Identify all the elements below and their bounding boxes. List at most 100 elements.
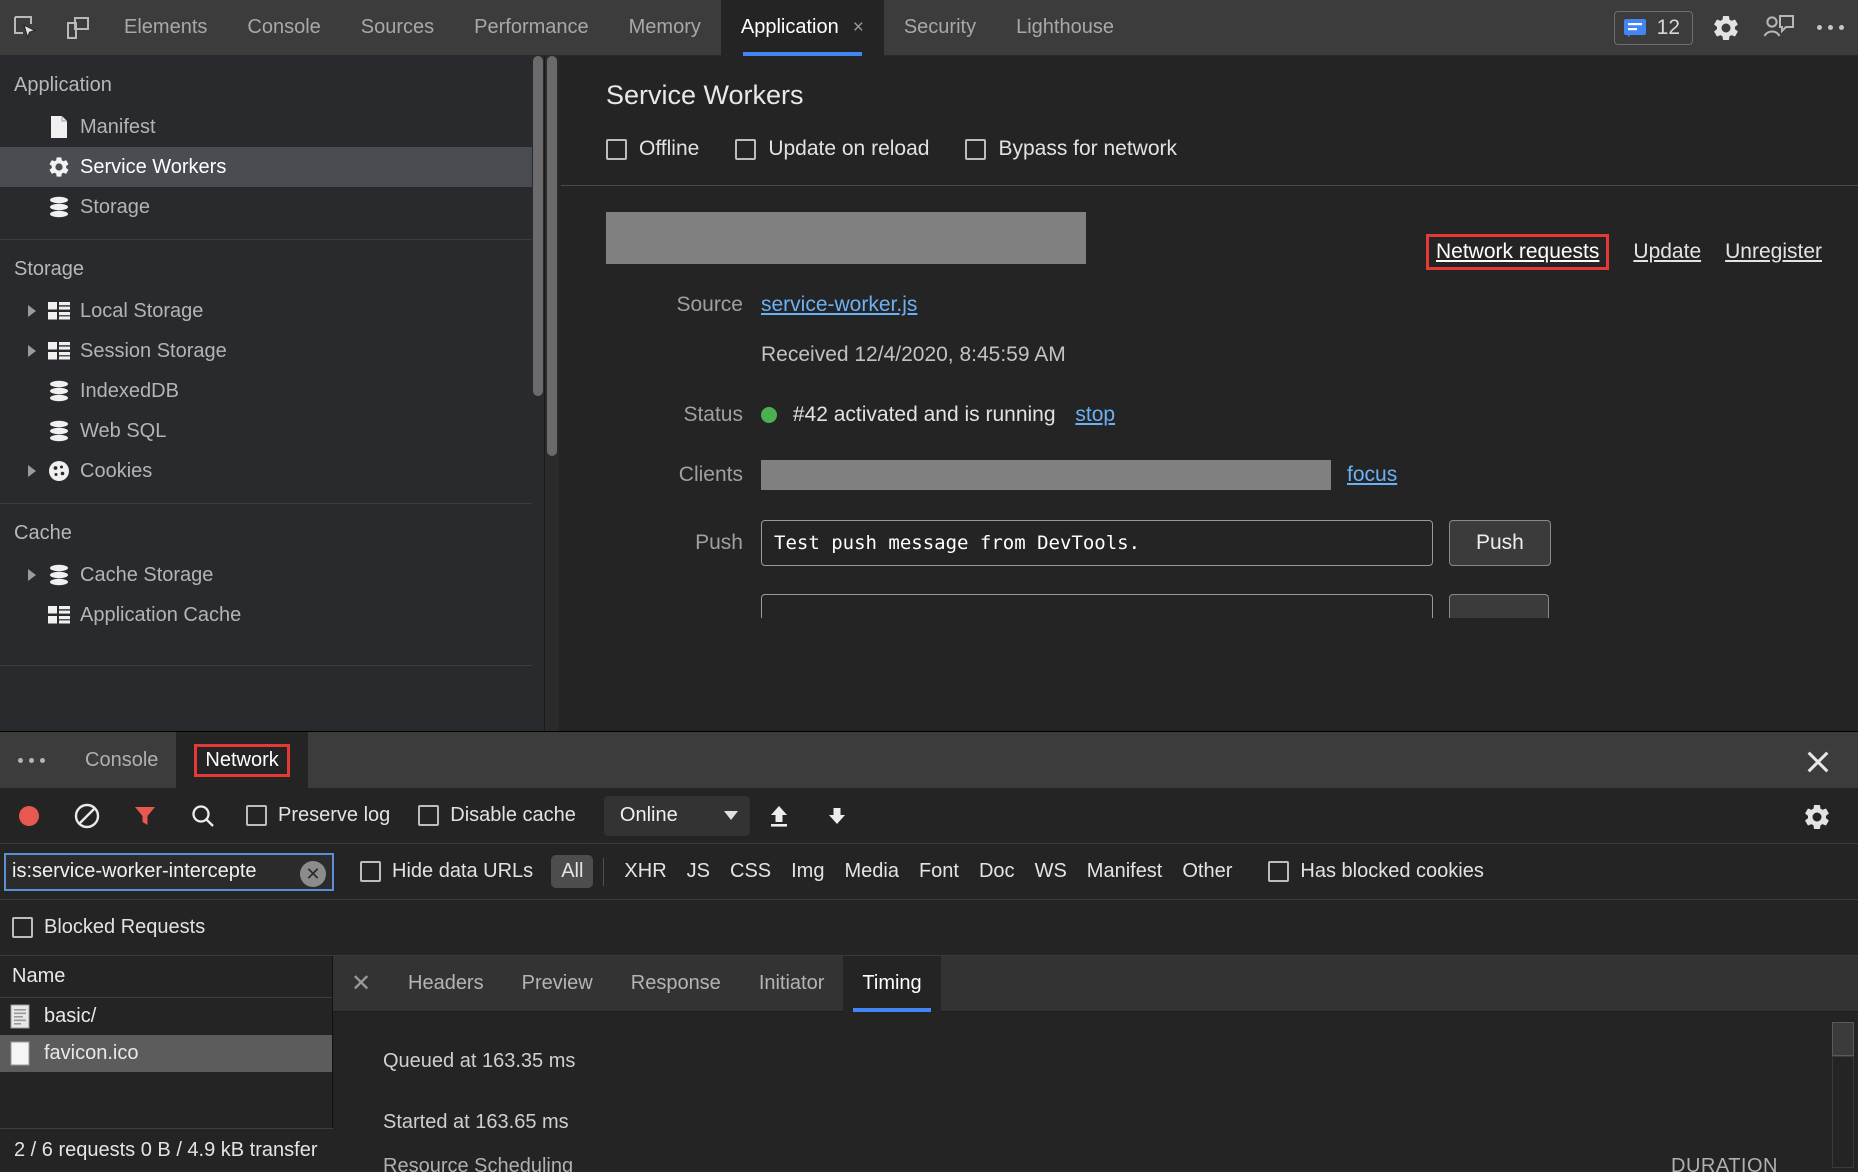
disable-cache-checkbox-row[interactable]: Disable cache bbox=[418, 804, 576, 827]
blocked-requests-checkbox[interactable] bbox=[12, 917, 33, 938]
detail-tab-timing[interactable]: Timing bbox=[843, 956, 940, 1012]
tab-memory[interactable]: Memory bbox=[609, 0, 721, 56]
type-filter-img[interactable]: Img bbox=[781, 855, 834, 888]
source-file-link[interactable]: service-worker.js bbox=[761, 293, 917, 316]
filter-input[interactable]: is:service-worker-intercepte bbox=[6, 860, 306, 883]
sidebar-scrollbar[interactable] bbox=[532, 56, 544, 731]
has-blocked-cookies-checkbox-row[interactable]: Has blocked cookies bbox=[1268, 860, 1483, 883]
bypass-for-network-checkbox-row[interactable]: Bypass for network bbox=[965, 137, 1177, 161]
unregister-link[interactable]: Unregister bbox=[1725, 240, 1822, 264]
tab-lighthouse[interactable]: Lighthouse bbox=[996, 0, 1134, 56]
push-message-input[interactable] bbox=[761, 520, 1433, 566]
detail-tab-headers[interactable]: Headers bbox=[389, 956, 503, 1012]
bypass-for-network-checkbox[interactable] bbox=[965, 139, 986, 160]
detail-pane-scrollbar-thumb[interactable] bbox=[1832, 1022, 1854, 1056]
sidebar-scrollbar-thumb[interactable] bbox=[533, 56, 543, 396]
filter-icon[interactable] bbox=[116, 788, 174, 844]
type-filter-ws[interactable]: WS bbox=[1025, 855, 1077, 888]
hide-data-urls-checkbox-row[interactable]: Hide data URLs bbox=[360, 860, 533, 883]
blocked-requests-checkbox-row[interactable]: Blocked Requests bbox=[12, 916, 205, 939]
clear-filter-icon[interactable]: ✕ bbox=[300, 861, 326, 887]
sync-button-partial[interactable] bbox=[1449, 594, 1549, 618]
type-filter-all[interactable]: All bbox=[551, 855, 593, 888]
type-filter-other[interactable]: Other bbox=[1172, 855, 1242, 888]
drawer-tab-console[interactable]: Console bbox=[67, 732, 176, 788]
sidebar-item-storage[interactable]: Storage bbox=[0, 187, 544, 227]
has-blocked-cookies-checkbox[interactable] bbox=[1268, 861, 1289, 882]
detail-pane-scrollbar-track[interactable] bbox=[1832, 1056, 1854, 1168]
sidebar-item-service-workers[interactable]: Service Workers bbox=[0, 147, 544, 187]
sidebar-item-session-storage[interactable]: Session Storage bbox=[0, 331, 544, 371]
inspect-element-icon[interactable] bbox=[0, 0, 52, 56]
detail-pane-scrollbar[interactable] bbox=[1832, 1022, 1854, 1168]
offline-checkbox-row[interactable]: Offline bbox=[606, 137, 699, 161]
more-options-icon[interactable] bbox=[1817, 25, 1844, 30]
push-button[interactable]: Push bbox=[1449, 520, 1551, 566]
chevron-right-icon[interactable] bbox=[22, 569, 42, 581]
sidebar-item-cache-storage[interactable]: Cache Storage bbox=[0, 555, 544, 595]
sidebar-item-indexeddb[interactable]: IndexedDB bbox=[0, 371, 544, 411]
preserve-log-checkbox-row[interactable]: Preserve log bbox=[246, 804, 390, 827]
network-requests-link[interactable]: Network requests bbox=[1426, 234, 1609, 270]
update-link[interactable]: Update bbox=[1633, 240, 1701, 264]
sidebar-item-cookies[interactable]: Cookies bbox=[0, 451, 544, 491]
update-on-reload-checkbox[interactable] bbox=[735, 139, 756, 160]
blocked-requests-row: Blocked Requests bbox=[0, 900, 1858, 956]
sidebar-item-application-cache[interactable]: Application Cache bbox=[0, 595, 544, 635]
preserve-log-checkbox[interactable] bbox=[246, 805, 267, 826]
throttling-select[interactable]: Online bbox=[604, 796, 750, 836]
tab-performance[interactable]: Performance bbox=[454, 0, 609, 56]
drawer-tab-network[interactable]: Network bbox=[176, 732, 307, 788]
sidebar-item-manifest[interactable]: Manifest bbox=[0, 107, 544, 147]
network-settings-gear-icon[interactable] bbox=[1802, 802, 1832, 832]
type-filter-font[interactable]: Font bbox=[909, 855, 969, 888]
tab-security[interactable]: Security bbox=[884, 0, 996, 56]
chevron-right-icon[interactable] bbox=[22, 345, 42, 357]
type-filter-manifest[interactable]: Manifest bbox=[1077, 855, 1173, 888]
search-icon[interactable] bbox=[174, 788, 232, 844]
detail-tab-response[interactable]: Response bbox=[612, 956, 740, 1012]
detail-tab-initiator[interactable]: Initiator bbox=[740, 956, 844, 1012]
document-icon bbox=[10, 1004, 32, 1030]
feedback-person-icon[interactable] bbox=[1763, 14, 1795, 42]
update-on-reload-checkbox-row[interactable]: Update on reload bbox=[735, 137, 929, 161]
record-stop-icon[interactable] bbox=[0, 788, 58, 844]
tab-sources[interactable]: Sources bbox=[341, 0, 454, 56]
sidebar-item-local-storage[interactable]: Local Storage bbox=[0, 291, 544, 331]
table-row[interactable]: basic/ bbox=[0, 998, 332, 1035]
tab-elements[interactable]: Elements bbox=[104, 0, 227, 56]
filter-input-wrapper[interactable]: is:service-worker-intercepte ✕ bbox=[4, 853, 334, 891]
sidebar-item-web-sql[interactable]: Web SQL bbox=[0, 411, 544, 451]
table-row[interactable]: favicon.ico bbox=[0, 1035, 332, 1072]
hide-data-urls-checkbox[interactable] bbox=[360, 861, 381, 882]
type-filter-doc[interactable]: Doc bbox=[969, 855, 1025, 888]
detail-tab-preview[interactable]: Preview bbox=[503, 956, 612, 1012]
main-panel-scrollbar-thumb[interactable] bbox=[547, 56, 557, 456]
message-badge-icon[interactable]: 12 bbox=[1614, 11, 1693, 45]
main-panel-scrollbar[interactable] bbox=[545, 56, 559, 731]
drawer-more-tabs-icon[interactable] bbox=[0, 758, 67, 763]
request-list-column-header[interactable]: Name bbox=[0, 956, 332, 998]
detail-close-icon[interactable]: ✕ bbox=[333, 969, 389, 998]
type-filter-css[interactable]: CSS bbox=[720, 855, 781, 888]
type-filter-media[interactable]: Media bbox=[834, 855, 908, 888]
type-filter-js[interactable]: JS bbox=[677, 855, 720, 888]
import-har-icon[interactable] bbox=[750, 788, 808, 844]
focus-link[interactable]: focus bbox=[1347, 460, 1397, 490]
tab-close-icon[interactable]: × bbox=[853, 18, 864, 37]
chevron-right-icon[interactable] bbox=[22, 305, 42, 317]
disable-cache-checkbox[interactable] bbox=[418, 805, 439, 826]
export-har-icon[interactable] bbox=[808, 788, 866, 844]
offline-checkbox[interactable] bbox=[606, 139, 627, 160]
sync-tag-input-partial[interactable] bbox=[761, 594, 1433, 618]
type-filter-xhr[interactable]: XHR bbox=[614, 855, 676, 888]
device-toolbar-icon[interactable] bbox=[52, 0, 104, 56]
settings-gear-icon[interactable] bbox=[1711, 13, 1741, 43]
tab-application[interactable]: Application × bbox=[721, 0, 884, 56]
stop-link[interactable]: stop bbox=[1075, 403, 1115, 426]
sidebar-item-label: IndexedDB bbox=[80, 380, 179, 403]
clear-icon[interactable] bbox=[58, 788, 116, 844]
chevron-right-icon[interactable] bbox=[22, 465, 42, 477]
tab-console[interactable]: Console bbox=[227, 0, 340, 56]
drawer-close-icon[interactable] bbox=[1804, 748, 1832, 776]
